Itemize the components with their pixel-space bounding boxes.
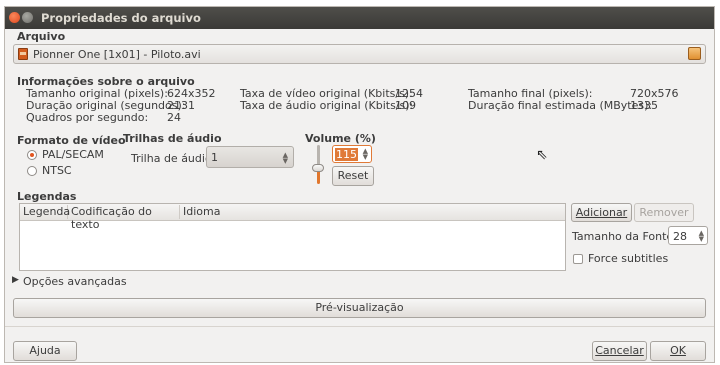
cancel-button-label: Cancelar [595,344,644,357]
add-subtitle-button[interactable]: Adicionar [571,203,632,222]
info-audio-rate-label: Taxa de áudio original (Kbits/s): [240,99,414,112]
advanced-options-expander[interactable]: Opções avançadas [23,275,127,288]
file-name: Pionner One [1x01] - Piloto.avi [33,48,201,61]
info-final-duration-label: Duração final estimada (MBytes): [468,99,653,112]
force-subtitles-checkbox[interactable] [573,254,583,264]
force-subtitles-label: Force subtitles [588,252,669,265]
title-bar: Propriedades do arquivo [5,7,714,29]
updown-arrows-icon[interactable]: ▲ ▼ [699,230,704,243]
video-format-heading: Formato de vídeo [17,134,126,147]
ntsc-label: NTSC [42,164,72,177]
add-subtitle-label: Adicionar [575,206,628,219]
open-folder-icon[interactable] [688,47,701,60]
info-audio-rate-value: 109 [395,99,416,112]
window-title: Propriedades do arquivo [41,11,201,25]
updown-arrows-icon[interactable]: ▲ ▼ [363,148,368,161]
font-size-spinbox[interactable]: 28 ▲ ▼ [668,226,708,245]
footer-separator [5,326,714,327]
ok-button-label: OK [670,344,686,357]
video-file-icon [18,48,28,60]
close-window-button[interactable] [9,12,20,23]
column-header-legenda[interactable]: Legenda [20,205,70,219]
subtitles-heading: Legendas [17,190,77,203]
audio-track-combo[interactable]: 1 ▲ ▼ [206,146,294,168]
volume-heading: Volume (%) [305,132,376,145]
updown-arrows-icon: ▲ ▼ [282,151,288,165]
help-button[interactable]: Ajuda [13,341,77,361]
info-final-duration-value: 1335 [630,99,658,112]
pal-secam-label: PAL/SECAM [42,148,104,161]
reset-button[interactable]: Reset [332,166,374,186]
preview-button[interactable]: Pré-visualização [13,298,706,318]
expander-arrow-icon[interactable]: ▶ [12,275,19,285]
arquivo-heading: Arquivo [17,30,66,43]
subtitles-table-header: Legenda Codificação do texto Idioma [20,204,565,231]
minimize-window-button[interactable] [22,12,33,23]
column-header-idioma[interactable]: Idioma [180,205,563,219]
subtitles-table[interactable]: Legenda Codificação do texto Idioma [19,203,566,271]
cancel-button[interactable]: Cancelar [592,341,647,361]
ntsc-radio[interactable] [27,166,37,176]
audio-track-value: 1 [211,151,218,164]
file-chooser-button[interactable]: Pionner One [1x01] - Piloto.avi [13,44,706,64]
audio-tracks-heading: Trilhas de áudio [123,132,222,145]
info-fps-value: 24 [167,111,181,124]
font-size-label: Tamanho da Fonte: [572,230,677,243]
help-button-label: Ajuda [29,344,61,357]
volume-value: 115 [335,148,358,161]
ok-button[interactable]: OK [650,341,706,361]
column-header-codificacao[interactable]: Codificação do texto [68,205,180,231]
info-fps-label: Quadros por segundo: [26,111,149,124]
mouse-cursor-icon: ⇖ [536,147,548,163]
remove-subtitle-button[interactable]: Remover [634,203,694,222]
pal-secam-radio[interactable] [27,150,37,160]
volume-spinbox[interactable]: 115 ▲ ▼ [332,145,372,163]
audio-track-label: Trilha de áudio: [131,152,216,165]
font-size-value: 28 [673,230,687,243]
volume-slider-handle[interactable] [312,164,324,172]
